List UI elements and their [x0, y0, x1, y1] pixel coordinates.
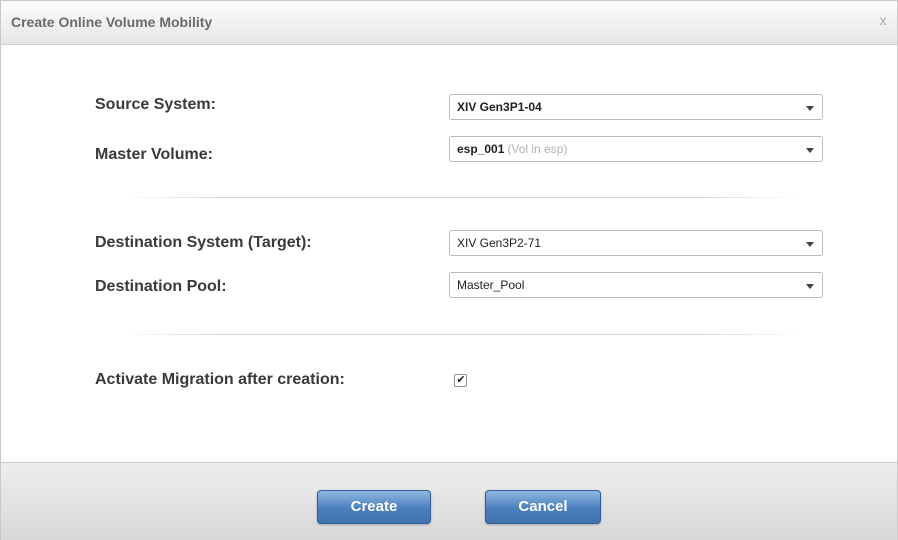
close-icon[interactable]: x: [875, 12, 891, 30]
destination-pool-value: Master_Pool: [457, 278, 525, 292]
chevron-down-icon: [806, 148, 814, 153]
cancel-button[interactable]: Cancel: [485, 490, 601, 524]
destination-system-select[interactable]: XIV Gen3P2-71: [449, 230, 823, 256]
source-system-select[interactable]: XIV Gen3P1-04: [449, 94, 823, 120]
create-online-volume-mobility-dialog: Create Online Volume Mobility x Source S…: [0, 0, 898, 540]
chevron-down-icon: [806, 284, 814, 289]
destination-pool-select[interactable]: Master_Pool: [449, 272, 823, 298]
chevron-down-icon: [806, 242, 814, 247]
master-volume-value: esp_001: [457, 142, 505, 156]
create-button[interactable]: Create: [317, 490, 431, 524]
master-volume-select[interactable]: esp_001 (Vol in esp): [449, 136, 823, 162]
activate-migration-checkbox[interactable]: ✔: [454, 374, 467, 387]
destination-pool-label: Destination Pool:: [95, 278, 227, 295]
section-divider: [121, 334, 801, 335]
source-system-label: Source System:: [95, 96, 216, 113]
dialog-footer: [1, 462, 897, 540]
destination-system-value: XIV Gen3P2-71: [457, 236, 542, 250]
source-system-value: XIV Gen3P1-04: [457, 100, 542, 114]
master-volume-hint: (Vol in esp): [507, 142, 568, 156]
chevron-down-icon: [806, 106, 814, 111]
section-divider: [121, 197, 801, 198]
master-volume-label: Master Volume:: [95, 146, 213, 163]
checkmark-icon: ✔: [456, 374, 466, 386]
master-volume-value-wrap: esp_001 (Vol in esp): [457, 142, 567, 156]
destination-system-label: Destination System (Target):: [95, 234, 312, 251]
dialog-titlebar: Create Online Volume Mobility x: [1, 1, 897, 45]
activate-migration-label: Activate Migration after creation:: [95, 371, 345, 388]
dialog-title: Create Online Volume Mobility: [11, 14, 213, 30]
